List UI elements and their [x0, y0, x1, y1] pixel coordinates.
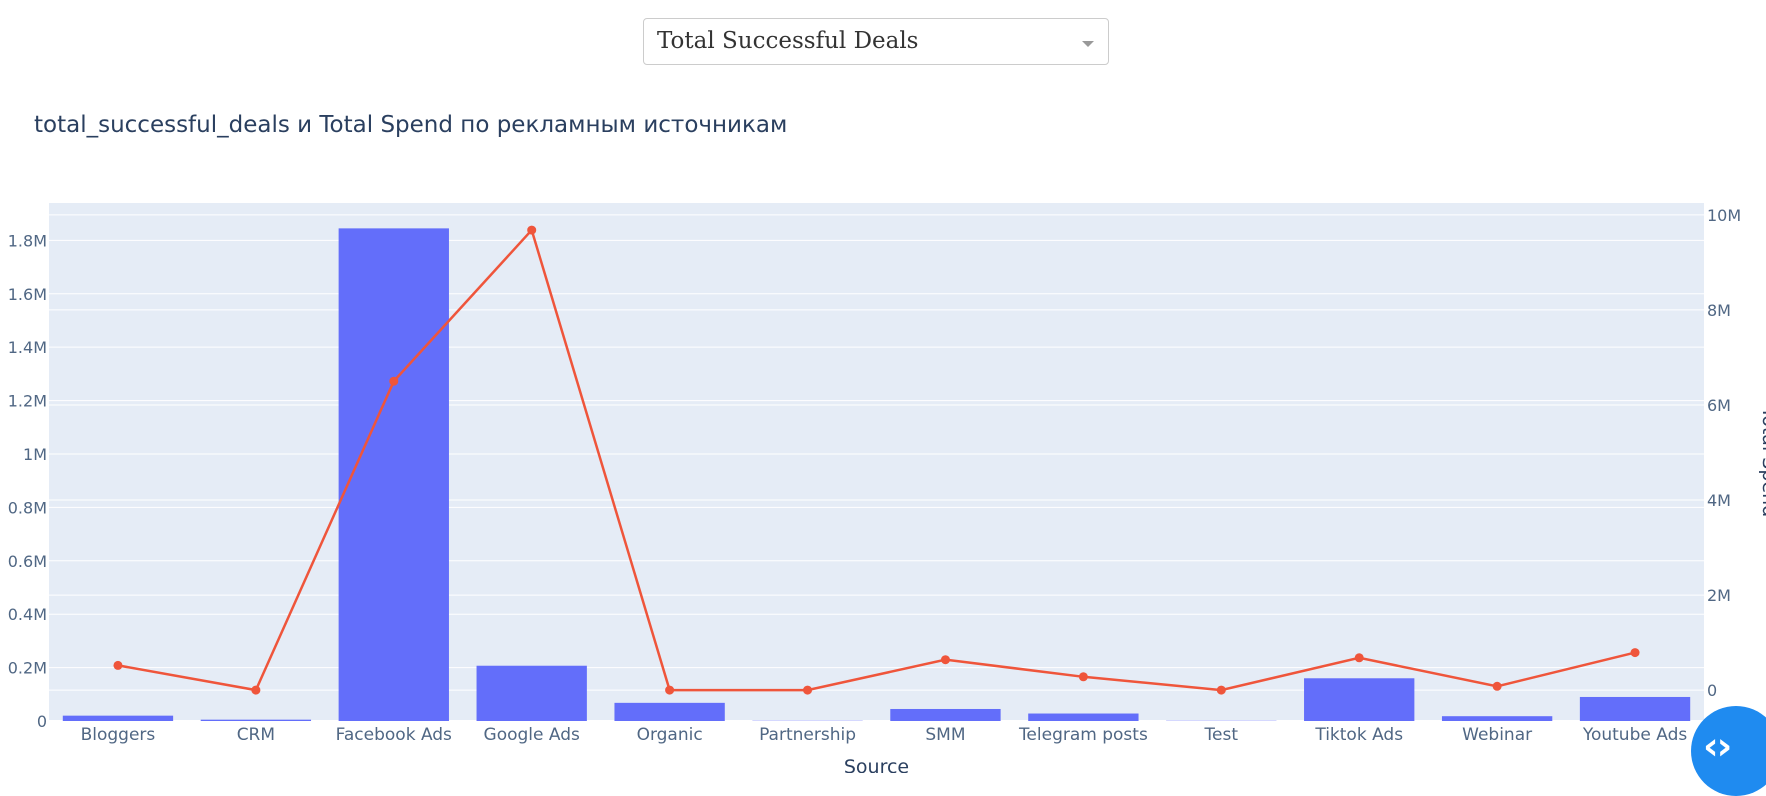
y-left-tick-label: 1.6M	[8, 285, 47, 304]
point-total-spend-bloggers	[113, 661, 122, 670]
y-right-axis-title: Total Spend	[1758, 406, 1766, 517]
y-right-tick-label: 8M	[1707, 301, 1731, 320]
bar-smm	[890, 709, 1000, 721]
bar-organic	[614, 703, 724, 721]
y-right-tick-label: 2M	[1707, 586, 1731, 605]
y-right-tick-label: 0	[1707, 681, 1717, 700]
bar-youtube-ads	[1580, 697, 1690, 721]
x-tick-label: Bloggers	[81, 725, 156, 745]
y-left-tick-label: 1M	[23, 445, 47, 464]
y-left-tick-label: 0.4M	[8, 605, 47, 624]
x-tick-label: Test	[1204, 725, 1239, 745]
bar-tiktok-ads	[1304, 678, 1414, 721]
x-tick-label: Organic	[637, 725, 703, 745]
y-right-tick-label: 4M	[1707, 491, 1731, 510]
point-total-spend-telegram-posts	[1079, 672, 1088, 681]
x-tick-label: Webinar	[1462, 725, 1532, 745]
bar-telegram-posts	[1028, 714, 1138, 721]
x-tick-label: Partnership	[759, 725, 856, 745]
point-total-spend-partnership	[803, 686, 812, 695]
point-total-spend-tiktok-ads	[1355, 653, 1364, 662]
x-axis-title: Source	[844, 756, 909, 773]
y-left-tick-label: 1.8M	[8, 231, 47, 250]
y-left-tick-label: 1.2M	[8, 392, 47, 411]
x-tick-label: Youtube Ads	[1582, 725, 1688, 745]
y-left-tick-label: 1.4M	[8, 338, 47, 357]
nav-toggle-button[interactable]: ‹›	[1691, 706, 1766, 796]
x-tick-label: Google Ads	[484, 725, 580, 745]
point-total-spend-crm	[251, 686, 260, 695]
y-left-tick-label: 0	[37, 712, 47, 731]
x-tick-label: CRM	[237, 725, 275, 745]
bar-bloggers	[63, 716, 173, 721]
bar-google-ads	[477, 666, 587, 721]
y-right-tick-label: 10M	[1707, 206, 1741, 225]
point-total-spend-organic	[665, 686, 674, 695]
x-tick-label: Facebook Ads	[336, 725, 452, 745]
bar-crm	[201, 720, 311, 721]
point-total-spend-youtube-ads	[1631, 648, 1640, 657]
x-tick-label: SMM	[925, 725, 965, 745]
plot-background	[49, 203, 1704, 721]
point-total-spend-facebook-ads	[389, 377, 398, 386]
point-total-spend-webinar	[1493, 682, 1502, 691]
point-total-spend-test	[1217, 686, 1226, 695]
y-left-tick-label: 0.2M	[8, 659, 47, 678]
code-arrows-icon: ‹›	[1703, 724, 1730, 768]
bar-webinar	[1442, 716, 1552, 721]
y-left-tick-label: 0.8M	[8, 498, 47, 517]
bar-facebook-ads	[339, 228, 449, 721]
y-right-tick-label: 6M	[1707, 396, 1731, 415]
x-tick-label: Tiktok Ads	[1314, 725, 1403, 745]
y-left-tick-label: 0.6M	[8, 552, 47, 571]
chart-area: 0 0.2M 0.4M 0.6M 0.8M 1M 1.2M 1.4M 1.6M 1.8M 0 2M 4M…	[0, 0, 1766, 773]
x-tick-label: Telegram posts	[1018, 725, 1148, 745]
point-total-spend-google-ads	[527, 226, 536, 235]
point-total-spend-smm	[941, 655, 950, 664]
